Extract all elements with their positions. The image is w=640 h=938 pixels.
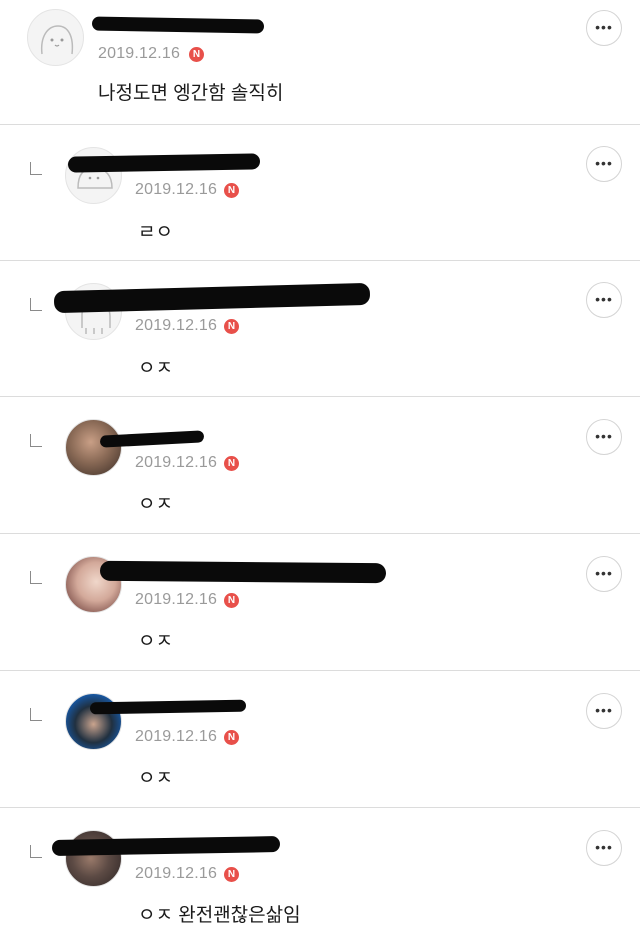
reply-item: 2019.12.16 N ㅇㅈ ••• <box>0 397 640 533</box>
more-dots-icon: ••• <box>595 291 613 307</box>
more-options-button[interactable]: ••• <box>586 556 622 592</box>
comment-date: 2019.12.16 <box>98 45 181 62</box>
comment-item: 2019.12.16 N 나정도면 엥간함 솔직히 ••• <box>0 0 640 124</box>
comment-date: 2019.12.16 <box>135 728 218 745</box>
more-options-button[interactable]: ••• <box>586 830 622 866</box>
reply-item: 2019.12.16 N ㄹㅇ ••• <box>0 125 640 260</box>
reply-arrow-icon <box>30 298 42 311</box>
reply-arrow-icon <box>30 571 42 584</box>
comment-date: 2019.12.16 <box>135 454 218 471</box>
more-options-button[interactable]: ••• <box>586 10 622 46</box>
comment-date: 2019.12.16 <box>135 317 218 334</box>
comment-date: 2019.12.16 <box>135 591 218 608</box>
new-badge: N <box>224 730 239 745</box>
more-dots-icon: ••• <box>595 19 613 35</box>
reply-item: 2019.12.16 N ㅇㅈ ••• <box>0 671 640 807</box>
more-dots-icon: ••• <box>595 428 613 444</box>
new-badge: N <box>224 319 239 334</box>
more-options-button[interactable]: ••• <box>586 146 622 182</box>
avatar[interactable] <box>27 9 84 66</box>
more-dots-icon: ••• <box>595 565 613 581</box>
new-badge: N <box>224 593 239 608</box>
comment-date: 2019.12.16 <box>135 865 218 882</box>
comment-text: ㅇㅈ <box>138 494 173 515</box>
comment-text: ㅇㅈ 완전괜찮은삶임 <box>138 905 301 926</box>
username-redacted <box>67 153 261 173</box>
reply-item: 2019.12.16 N ㅇㅈ 완전괜찮은삶임 ••• <box>0 808 640 938</box>
more-dots-icon: ••• <box>595 839 613 855</box>
comment-text: ㅇㅈ <box>138 768 173 789</box>
new-badge: N <box>189 47 204 62</box>
reply-item: 2019.12.16 N ㅇㅈ ••• <box>0 534 640 670</box>
reply-arrow-icon <box>30 708 42 721</box>
comment-text: 나정도면 엥간함 솔직히 <box>98 83 284 104</box>
username-redacted <box>91 16 265 34</box>
more-options-button[interactable]: ••• <box>586 282 622 318</box>
username-redacted <box>89 699 247 715</box>
username-redacted <box>51 836 281 856</box>
character-avatar-icon <box>40 25 74 55</box>
reply-item: 2019.12.16 N ㅇㅈ ••• <box>0 261 640 396</box>
new-badge: N <box>224 456 239 471</box>
comment-date: 2019.12.16 <box>135 181 218 198</box>
more-dots-icon: ••• <box>595 702 613 718</box>
comment-text: ㅇㅈ <box>138 631 173 652</box>
username-redacted <box>99 560 387 584</box>
reply-arrow-icon <box>30 845 42 858</box>
comment-text: ㅇㅈ <box>138 358 173 379</box>
new-badge: N <box>224 867 239 882</box>
reply-arrow-icon <box>30 162 42 175</box>
comment-text: ㄹㅇ <box>138 222 173 243</box>
avatar[interactable] <box>65 419 122 476</box>
reply-arrow-icon <box>30 434 42 447</box>
more-options-button[interactable]: ••• <box>586 693 622 729</box>
more-options-button[interactable]: ••• <box>586 419 622 455</box>
more-dots-icon: ••• <box>595 155 613 171</box>
new-badge: N <box>224 183 239 198</box>
